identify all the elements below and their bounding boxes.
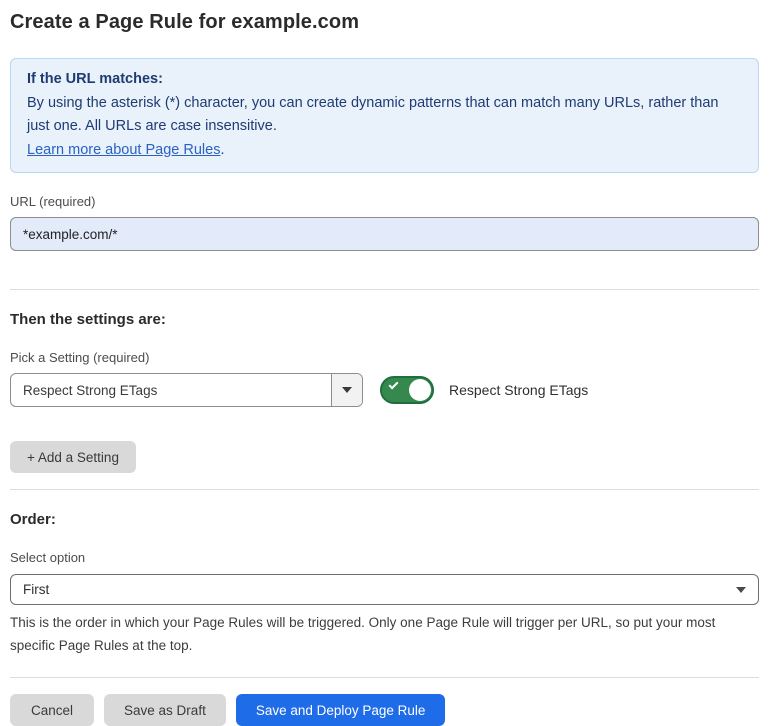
footer-actions: Cancel Save as Draft Save and Deploy Pag… — [10, 694, 759, 726]
add-setting-button[interactable]: + Add a Setting — [10, 441, 136, 473]
chevron-down-icon — [342, 387, 352, 393]
order-select-value: First — [23, 582, 736, 597]
info-box-link-line: Learn more about Page Rules. — [27, 139, 742, 163]
toggle-knob — [409, 379, 431, 401]
learn-more-link[interactable]: Learn more about Page Rules — [27, 142, 220, 158]
url-match-info-box: If the URL matches: By using the asteris… — [10, 58, 759, 173]
info-box-heading: If the URL matches: — [27, 68, 742, 92]
setting-dropdown-value: Respect Strong ETags — [11, 374, 331, 406]
setting-toggle-label: Respect Strong ETags — [449, 382, 588, 398]
settings-section-heading: Then the settings are: — [10, 310, 759, 329]
save-draft-button[interactable]: Save as Draft — [104, 694, 226, 726]
cancel-button[interactable]: Cancel — [10, 694, 94, 726]
setting-toggle[interactable] — [380, 376, 434, 404]
page-title: Create a Page Rule for example.com — [10, 8, 759, 36]
order-help-text: This is the order in which your Page Rul… — [10, 611, 759, 657]
setting-dropdown[interactable]: Respect Strong ETags — [10, 373, 363, 407]
url-input[interactable] — [10, 217, 759, 251]
order-select[interactable]: First — [10, 574, 759, 605]
pick-setting-label: Pick a Setting (required) — [10, 350, 759, 366]
url-field-label: URL (required) — [10, 194, 759, 210]
order-section-heading: Order: — [10, 510, 759, 529]
link-period: . — [220, 142, 224, 158]
setting-row: Respect Strong ETags Respect Strong ETag… — [10, 373, 759, 407]
create-page-rule-panel: Create a Page Rule for example.com If th… — [0, 0, 769, 726]
section-divider — [10, 289, 759, 290]
check-icon — [389, 380, 399, 390]
chevron-down-icon — [736, 587, 746, 593]
setting-dropdown-arrow-button[interactable] — [331, 374, 362, 406]
footer-divider — [10, 677, 759, 678]
section-divider — [10, 489, 759, 490]
order-select-label: Select option — [10, 550, 759, 566]
save-deploy-button[interactable]: Save and Deploy Page Rule — [236, 694, 446, 726]
info-box-body: By using the asterisk (*) character, you… — [27, 92, 742, 139]
